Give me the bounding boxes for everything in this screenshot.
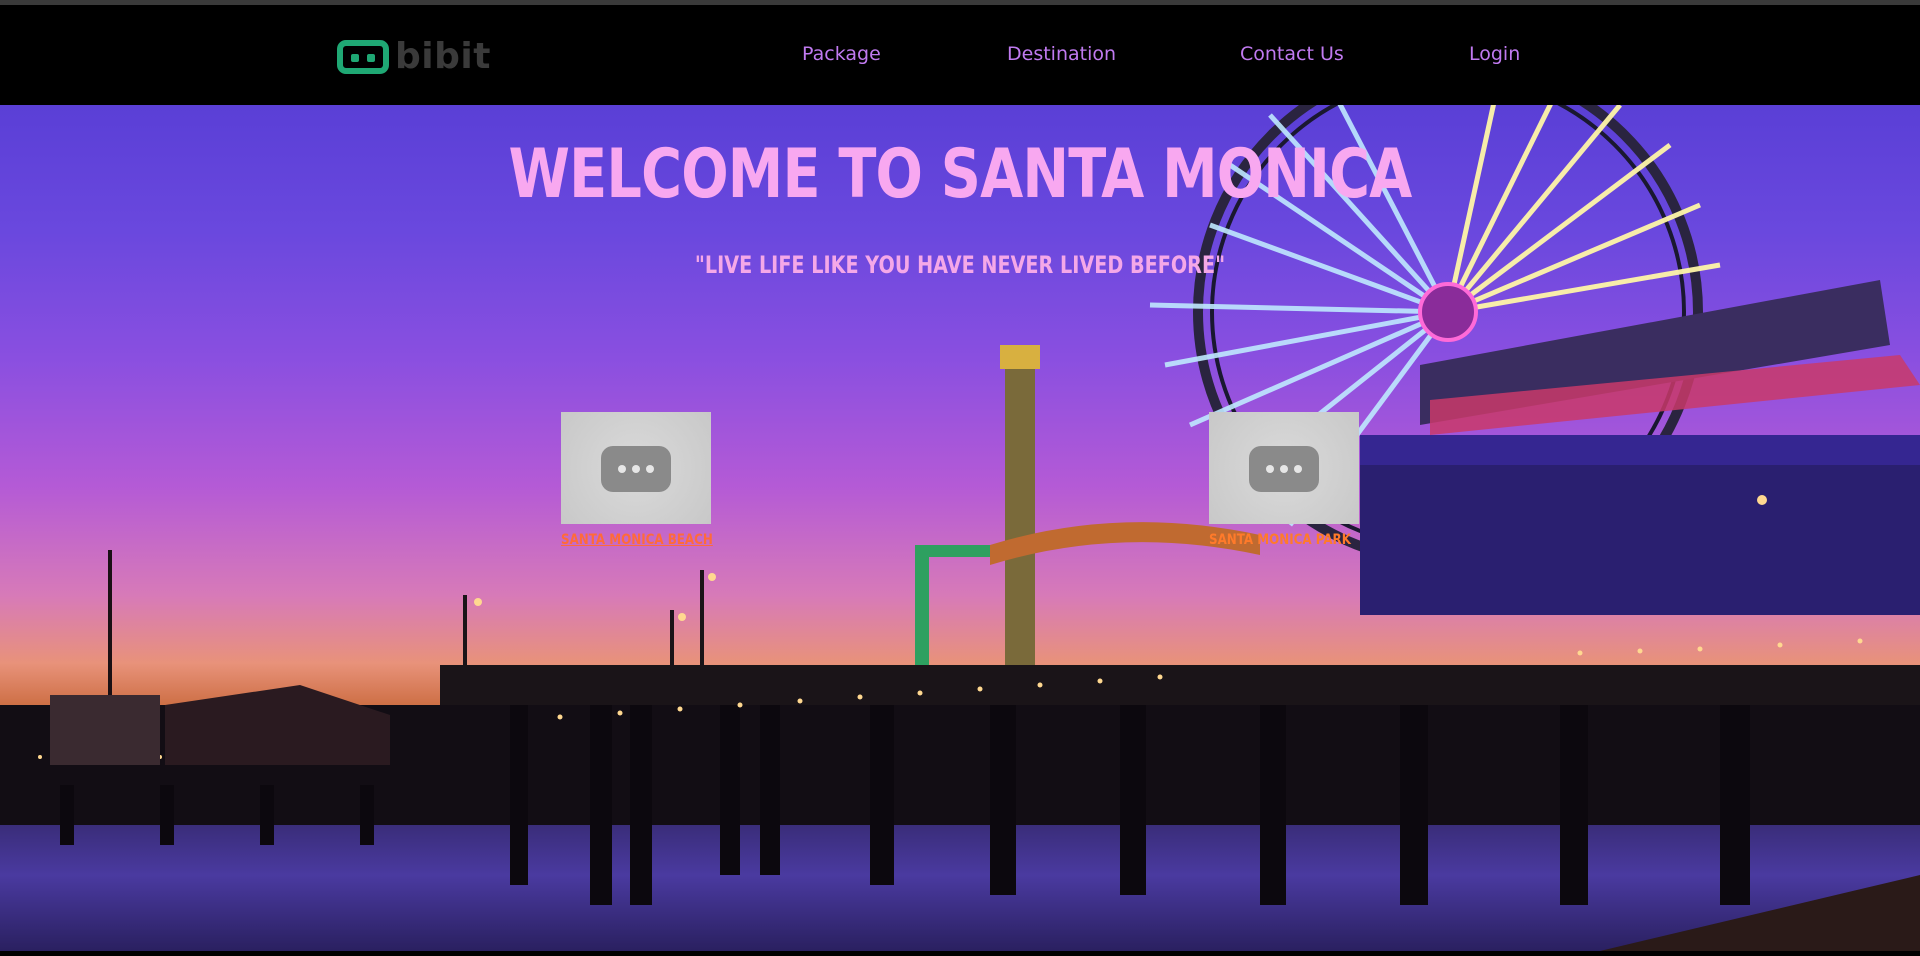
nav-contact-us[interactable]: Contact Us [1240, 43, 1344, 65]
destination-card-beach: SANTA MONICA BEACH [561, 412, 713, 548]
logo-text: bibit [395, 36, 491, 77]
nav-destination[interactable]: Destination [1007, 43, 1116, 65]
hero-background-image [0, 105, 1920, 951]
navbar: bibit Package Destination Contact Us Log… [0, 5, 1920, 105]
destination-link-park[interactable]: SANTA MONICA PARK [1209, 532, 1351, 548]
nav-package[interactable]: Package [802, 43, 881, 65]
destination-link-beach[interactable]: SANTA MONICA BEACH [561, 532, 713, 548]
hero-title: WELCOME TO SANTA MONICA [508, 135, 1412, 214]
video-play-icon [601, 446, 671, 492]
nav-login[interactable]: Login [1469, 43, 1520, 65]
hero-section: WELCOME TO SANTA MONICA "LIVE LIFE LIKE … [0, 105, 1920, 951]
video-thumbnail[interactable] [1209, 412, 1359, 524]
logo-icon [337, 40, 389, 74]
video-play-icon [1249, 446, 1319, 492]
logo-link[interactable]: bibit [337, 35, 491, 79]
hero-subtitle: "LIVE LIFE LIKE YOU HAVE NEVER LIVED BEF… [694, 251, 1226, 279]
destination-card-park: SANTA MONICA PARK [1209, 412, 1359, 548]
video-thumbnail[interactable] [561, 412, 711, 524]
